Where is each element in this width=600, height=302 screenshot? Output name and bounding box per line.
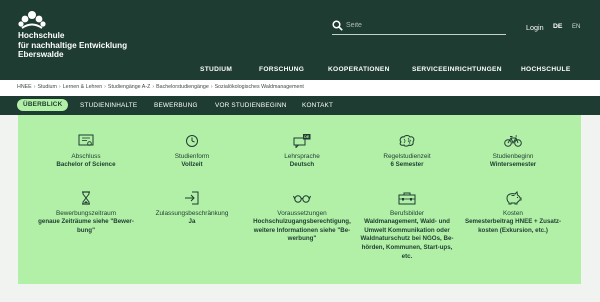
breadcrumb-item[interactable]: Bachelorstudiengänge <box>156 84 209 90</box>
toolbox-icon <box>398 192 416 205</box>
study-facts-panel: Abschluss Bachelor of Science Studienfor… <box>18 115 581 284</box>
fact-value: Hochschulzugangsberechtigung, <box>253 218 351 225</box>
fact-lehrsprache: DE Lehrsprache Deutsch <box>250 134 354 170</box>
clock-icon <box>186 135 198 147</box>
fact-value: Wintersemester <box>489 161 537 168</box>
nav-item-serviceeinrichtungen[interactable]: SERVICEEINRICHTUNGEN <box>412 66 502 73</box>
fact-label: Berufsbilder <box>389 210 425 217</box>
fact-label: Studienform <box>174 153 210 160</box>
breadcrumb-separator: › <box>58 84 61 90</box>
breadcrumb-item[interactable]: HNEE <box>17 84 32 90</box>
fact-label: Kosten <box>503 210 523 217</box>
hourglass-icon <box>82 191 90 205</box>
fact-value: Bachelor of Science <box>56 161 116 168</box>
logo-line: Hochschule <box>18 31 65 40</box>
fact-voraussetzungen: Voraussetzungen Hochschulzugangsberechti… <box>250 191 354 244</box>
tab-kontakt[interactable]: KONTAKT <box>302 102 333 109</box>
breadcrumb-separator: › <box>33 84 36 90</box>
tab-vor-studienbeginn[interactable]: VOR STUDIENBEGINN <box>215 102 287 109</box>
search-bar <box>332 18 506 35</box>
fact-value: Umwelt Kommunikation oder <box>364 226 450 234</box>
breadcrumb-item[interactable]: Studium <box>37 84 56 90</box>
login-link[interactable]: Login <box>526 23 544 32</box>
tab-ueberblick[interactable]: ÜBERBLICK <box>17 99 69 111</box>
fact-value: Ja <box>188 218 196 225</box>
site-header: Hochschule für nachhaltige Entwicklung E… <box>0 0 600 80</box>
fact-value: genaue Zeiträume siehe "Bewer- <box>38 218 134 225</box>
breadcrumb-separator: › <box>210 84 213 90</box>
fact-zulassungsbeschraenkung: Zulassungsbeschränkung Ja <box>140 191 244 227</box>
fact-bewerbungszeitraum: Bewerbungszeitraum genaue Zeiträume sieh… <box>34 191 138 235</box>
fact-value: kosten (Exkursion, etc.) <box>478 226 548 234</box>
tab-studieninhalte[interactable]: STUDIENINHALTE <box>80 102 137 109</box>
search-icon[interactable] <box>332 20 343 31</box>
language-badge: DE <box>304 135 310 139</box>
fact-label: Lehrsprache <box>284 153 320 160</box>
nav-item-kooperationen[interactable]: KOOPERATIONEN <box>328 66 390 73</box>
fact-value: 6 Semester <box>390 161 424 168</box>
logo-text: Hochschule für nachhaltige Entwicklung E… <box>18 31 178 60</box>
fact-value: weitere Informationen siehe "Be- <box>253 226 351 234</box>
glasses-icon <box>293 195 311 203</box>
main-navigation: STUDIUM FORSCHUNG KOOPERATIONEN SERVICEE… <box>0 64 600 78</box>
sign-in-icon <box>185 191 199 205</box>
section-navigation: ÜBERBLICK STUDIENINHALTE BEWERBUNG VOR S… <box>0 96 600 115</box>
fact-berufsbilder: Berufsbilder Waldmanagement, Wald- und U… <box>355 191 459 262</box>
fact-value: etc. <box>401 252 413 260</box>
breadcrumb-current: Sozialökologisches Waldmanagement <box>214 84 304 90</box>
fact-value: werbung" <box>287 235 317 243</box>
fact-label: Studienbeginn <box>492 153 534 160</box>
piggy-bank-icon <box>506 191 522 205</box>
fact-value: Waldnaturschutz bei NGOs, Be- <box>360 235 454 243</box>
breadcrumb-bar: HNEE › Studium › Lernen & Lehren › Studiengäng… <box>0 80 600 96</box>
fact-value: Waldmanagement, Wald- und <box>364 218 450 225</box>
fact-regelstudienzeit: Regelstudienzeit 6 Semester <box>355 134 459 170</box>
language-en-link[interactable]: EN <box>572 24 580 30</box>
nav-item-hochschule[interactable]: HOCHSCHULE <box>521 66 571 73</box>
fact-value: Semesterbeitrag HNEE + Zusatz- <box>464 218 562 225</box>
search-input[interactable] <box>346 19 502 32</box>
breadcrumb-item[interactable]: Lernen & Lehren <box>63 84 102 90</box>
fact-label: Regelstudienzeit <box>383 153 431 160</box>
language-de-link[interactable]: DE <box>553 23 562 30</box>
logo-line: Eberswalde <box>18 50 64 60</box>
tab-bewerbung[interactable]: BEWERBUNG <box>154 102 198 109</box>
fact-studienbeginn: Studienbeginn Wintersemester <box>461 134 565 170</box>
fact-label: Voraussetzungen <box>277 210 327 217</box>
breadcrumb-item[interactable]: Studiengänge A-Z <box>108 84 150 90</box>
nav-item-forschung[interactable]: FORSCHUNG <box>259 66 304 73</box>
fact-abschluss: Abschluss Bachelor of Science <box>34 134 138 170</box>
fact-value: Deutsch <box>289 161 315 168</box>
fact-label: Bewerbungszeitraum <box>55 210 117 217</box>
fact-value: Vollzeit <box>181 161 203 168</box>
breadcrumb: HNEE › Studium › Lernen & Lehren › Studiengäng… <box>17 84 304 90</box>
fact-kosten: Kosten Semesterbeitrag HNEE + Zusatz- ko… <box>461 191 565 235</box>
fact-studienform: Studienform Vollzeit <box>140 134 244 170</box>
fact-value: bung" <box>76 226 96 234</box>
bicycle-icon <box>504 135 522 147</box>
breadcrumb-separator: › <box>152 84 155 90</box>
fact-value: hörden, Kommunen, Start-ups, <box>361 244 453 252</box>
logo-emblem-icon <box>18 11 46 29</box>
fact-label: Zulassungsbeschränkung <box>155 210 229 217</box>
brain-icon <box>399 135 415 147</box>
speech-bubble-icon: DE <box>293 134 311 148</box>
breadcrumb-separator: › <box>104 84 106 90</box>
nav-item-studium[interactable]: STUDIUM <box>200 66 232 73</box>
certificate-icon <box>78 134 94 146</box>
fact-label: Abschluss <box>71 153 101 160</box>
logo-line: für nachhaltige Entwicklung <box>18 40 128 50</box>
